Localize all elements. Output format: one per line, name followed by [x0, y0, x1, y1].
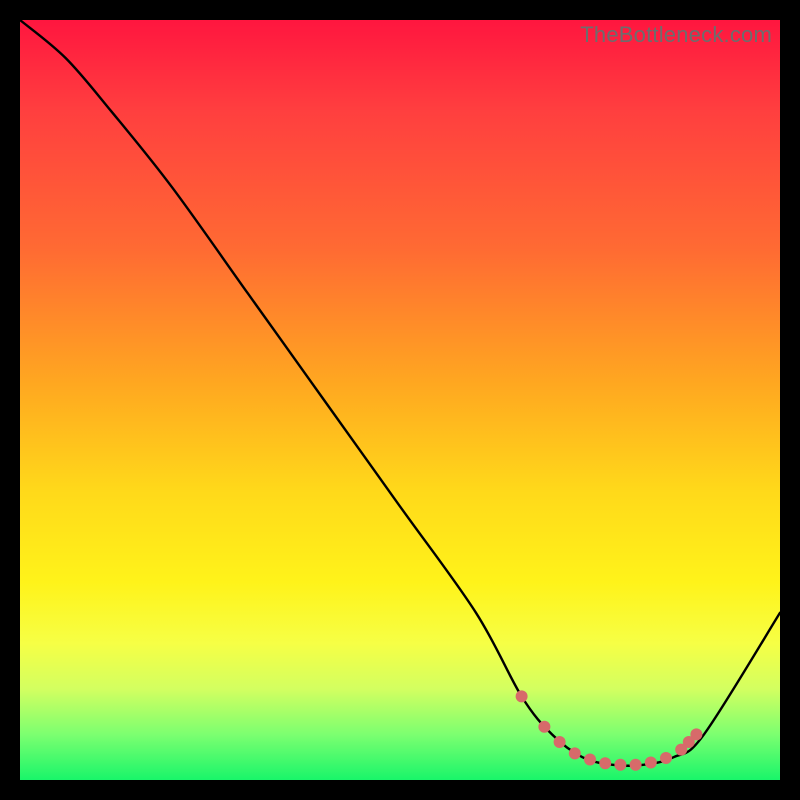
bottleneck-curve-path — [20, 20, 780, 766]
highlight-dot — [660, 752, 672, 764]
highlight-dot — [569, 747, 581, 759]
highlight-dot — [599, 757, 611, 769]
curve-svg — [20, 20, 780, 780]
highlight-dot — [516, 690, 528, 702]
highlight-dots-group — [516, 690, 703, 770]
highlight-dot — [645, 757, 657, 769]
plot-area: TheBottleneck.com — [20, 20, 780, 780]
highlight-dot — [538, 721, 550, 733]
highlight-dot — [630, 759, 642, 771]
highlight-dot — [690, 728, 702, 740]
highlight-dot — [554, 736, 566, 748]
highlight-dot — [614, 759, 626, 771]
highlight-dot — [584, 753, 596, 765]
chart-frame: TheBottleneck.com — [0, 0, 800, 800]
